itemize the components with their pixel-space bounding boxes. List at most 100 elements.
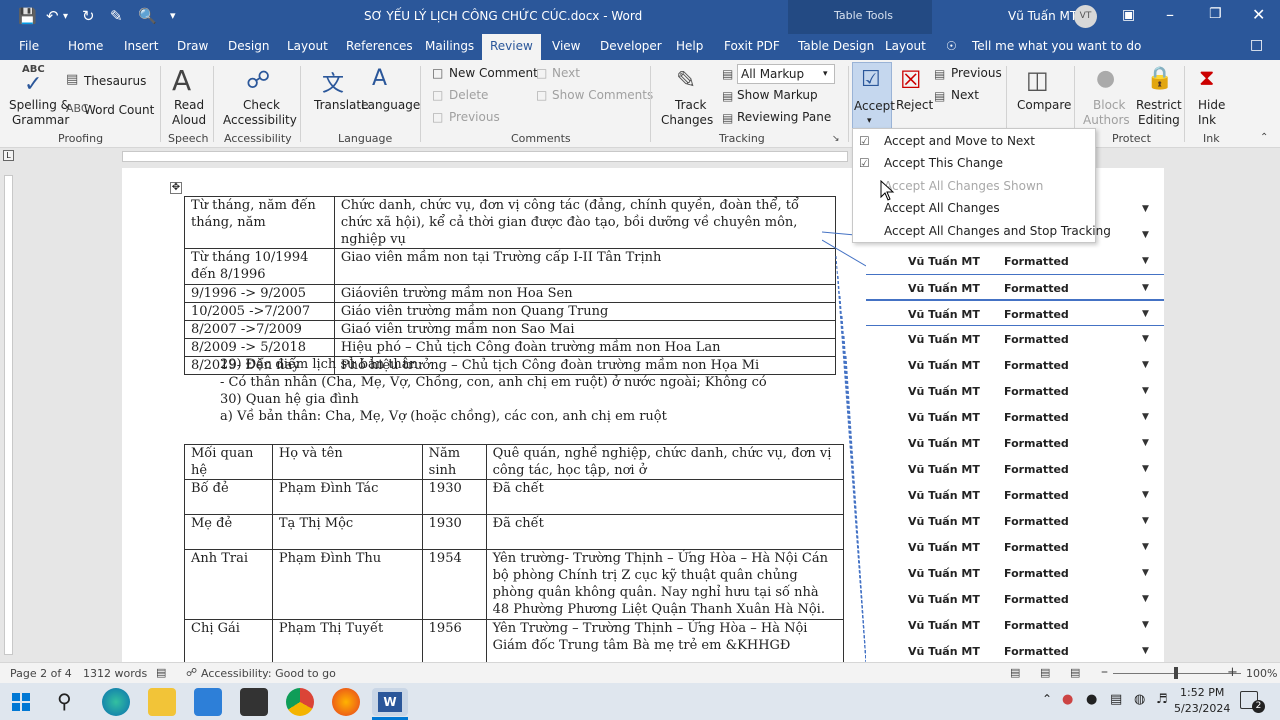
tab-view[interactable]: View [552,39,580,53]
balloon-dropdown-icon[interactable]: ▼ [1142,438,1149,448]
tab-design[interactable]: Design [228,39,269,53]
volume-icon[interactable]: ♬ [1156,692,1168,707]
table-row[interactable]: Bố đẻ Phạm Đình Tác 1930 Đã chết [184,479,845,515]
balloon-dropdown-icon[interactable]: ▼ [1142,230,1149,240]
work-history-table[interactable]: Từ tháng, năm đến tháng, năm Chức danh, c… [184,196,837,375]
hide-ink-button[interactable]: Hide [1198,98,1225,113]
tab-table-design[interactable]: Table Design [798,39,874,53]
balloon-dropdown-icon[interactable]: ▼ [1142,256,1149,266]
previous-change-button[interactable]: Previous [951,66,1002,81]
check-accessibility-button[interactable]: Check [243,98,280,113]
vertical-ruler[interactable] [0,165,16,662]
table-cell[interactable]: 8/2007 ->7/2009 [184,320,335,339]
zoom-level[interactable]: 100% [1246,667,1277,680]
close-icon[interactable]: ✕ [1252,5,1265,24]
focus-mode-icon[interactable]: ▤ [1010,666,1020,679]
tab-references[interactable]: References [346,39,413,53]
user-name[interactable]: Vũ Tuấn MT [1008,9,1077,23]
table-row[interactable]: Mẹ đẻ Tạ Thị Mộc 1930 Đã chết [184,514,845,550]
markup-balloon[interactable]: Vũ Tuấn MT Formatted ▼ [866,456,1164,482]
markup-balloon[interactable]: Vũ Tuấn MT Formatted ▼ [866,248,1164,274]
balloon-dropdown-icon[interactable]: ▼ [1142,204,1149,214]
file-explorer-icon[interactable] [148,688,176,716]
print-preview-icon[interactable]: 🔍 [138,7,157,25]
balloon-dropdown-icon[interactable]: ▼ [1142,646,1149,656]
undo-icon[interactable]: ↶ [46,7,59,25]
table-row[interactable]: 8/2007 ->7/2009 Giaó viên trường mầm non … [184,320,837,339]
balloon-dropdown-icon[interactable]: ▼ [1142,516,1149,526]
balloon-dropdown-icon[interactable]: ▼ [1142,620,1149,630]
table-cell[interactable]: Phạm Thị Tuyết [271,619,423,662]
balloon-dropdown-icon[interactable]: ▼ [1142,594,1149,604]
markup-display-select[interactable]: All Markup ▾ [737,64,835,84]
table-cell[interactable]: Từ tháng, năm đến tháng, năm [184,196,335,249]
table-cell[interactable]: Giao viên mầm non tại Trường cấp I-II Tâ… [333,248,837,285]
tab-insert[interactable]: Insert [124,39,158,53]
next-comment-button[interactable]: Next [552,66,580,81]
table-cell[interactable]: Bố đẻ [184,479,273,515]
customize-toolbar-icon[interactable]: ▾ [170,9,176,22]
compare-button[interactable]: Compare [1017,98,1071,113]
table-row[interactable]: Anh Trai Phạm Đình Thu 1954 Yên trường- Trư… [184,549,845,620]
tab-table-layout[interactable]: Layout [885,39,926,53]
format-painter-icon[interactable]: ✎ [110,7,123,25]
new-comment-button[interactable]: New Comment [449,66,538,81]
markup-balloon[interactable]: Vũ Tuấn MT Formatted ▼ [866,508,1164,534]
tracking-dialog-launcher-icon[interactable]: ↘ [832,134,840,144]
table-cell[interactable]: 8/2009 -> 5/2018 [184,338,335,357]
markup-balloon[interactable]: Vũ Tuấn MT Formatted ▼ [866,560,1164,586]
web-layout-icon[interactable]: ▤ [1070,666,1080,679]
zoom-out-icon[interactable]: – [1101,664,1108,680]
next-change-button[interactable]: Next [951,88,979,103]
table-cell[interactable]: Từ tháng 10/1994 đến 8/1996 [184,248,335,285]
markup-balloon[interactable]: Vũ Tuấn MT Formatted ▼ [866,300,1164,326]
table-cell[interactable]: Họ và tên [271,444,423,480]
balloon-dropdown-icon[interactable]: ▼ [1142,334,1149,344]
table-cell[interactable]: Mối quan hệ [184,444,273,480]
zoom-in-icon[interactable]: + [1227,665,1238,680]
markup-balloon[interactable]: Vũ Tuấn MT Formatted ▼ [866,404,1164,430]
minimize-icon[interactable]: – [1166,5,1174,24]
save-icon[interactable]: 💾 [18,7,37,25]
table-cell[interactable]: Giáoviên trường mầm non Hoa Sen [333,284,837,303]
table-cell[interactable]: 1954 [421,549,487,620]
reviewing-pane-button[interactable]: Reviewing Pane [737,110,831,125]
tab-layout[interactable]: Layout [287,39,328,53]
thesaurus-button[interactable]: Thesaurus [84,74,146,89]
mail-icon[interactable] [194,688,222,716]
table-cell[interactable]: Giaó viên trường mầm non Sao Mai [333,320,837,339]
balloon-dropdown-icon[interactable]: ▼ [1142,568,1149,578]
table-cell[interactable]: 1956 [421,619,487,662]
table-cell[interactable]: 1930 [421,479,487,515]
family-table[interactable]: Mối quan hệ Họ và tên Năm sinh Quê quán, ng… [184,444,845,662]
table-cell[interactable]: Tạ Thị Mộc [271,514,423,550]
markup-balloon[interactable]: Vũ Tuấn MT Formatted ▼ [866,612,1164,638]
table-cell[interactable]: Chị Gái [184,619,273,662]
tab-foxit[interactable]: Foxit PDF [724,39,780,53]
markup-balloon[interactable]: Vũ Tuấn MT Formatted ▼ [866,638,1164,662]
accessibility-status[interactable]: Accessibility: Good to go [201,667,336,680]
table-cell[interactable]: Giáo viên trường mầm non Quang Trung [333,302,837,321]
balloon-dropdown-icon[interactable]: ▼ [1142,386,1149,396]
avatar[interactable]: VT [1074,5,1097,28]
ribbon-display-icon[interactable]: ▣ [1122,7,1135,23]
show-hidden-icons-icon[interactable]: ⌃ [1042,692,1052,706]
menu-accept-all-changes-shown[interactable]: Accept All Changes Shown [884,179,1043,193]
menu-accept-all-and-stop-tracking[interactable]: Accept All Changes and Stop Tracking [884,224,1111,238]
table-row[interactable]: Từ tháng 10/1994 đến 8/1996 Giao viên mầm… [184,248,837,285]
table-cell[interactable]: Yên trường- Trường Thịnh – Ứng Hòa – Hà … [485,549,845,620]
reject-button[interactable]: Reject [896,98,933,113]
table-cell[interactable]: Đã chết [485,514,845,550]
menu-accept-this-change[interactable]: Accept This Change [884,156,1003,170]
collapse-ribbon-icon[interactable]: ⌃ [1260,132,1268,143]
menu-accept-and-move-to-next[interactable]: Accept and Move to Next [884,134,1035,148]
markup-balloon[interactable]: Vũ Tuấn MT Formatted ▼ [866,274,1164,300]
table-row[interactable]: Từ tháng, năm đến tháng, năm Chức danh, c… [184,196,837,249]
comments-pane-icon[interactable]: □ [1250,37,1263,53]
network-icon[interactable]: ▤ [1110,692,1122,707]
balloon-dropdown-icon[interactable]: ▼ [1142,542,1149,552]
word-count-indicator[interactable]: 1312 words [83,667,147,680]
delete-comment-button[interactable]: Delete [449,88,488,103]
tray-app-icon[interactable]: ● [1062,692,1073,707]
markup-balloon[interactable]: Vũ Tuấn MT Formatted ▼ [866,534,1164,560]
